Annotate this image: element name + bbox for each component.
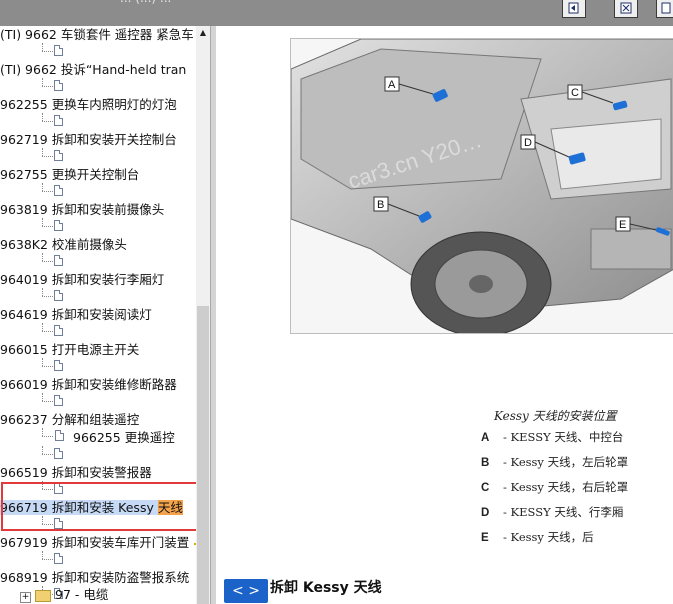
callout-C: C bbox=[571, 87, 579, 99]
legend-row-a: A- KESSY 天线、中控台 bbox=[481, 430, 624, 444]
document-icon[interactable] bbox=[54, 553, 63, 564]
tree-item-label: 966237 分解和组装遥控 bbox=[0, 412, 140, 427]
tree-folder-label: 97 - 电缆 bbox=[55, 587, 109, 602]
back-page-button[interactable] bbox=[562, 0, 586, 18]
section-heading: 拆卸 Kessy 天线 bbox=[270, 580, 382, 596]
legend-row-e: E- Kessy 天线，后 bbox=[481, 530, 594, 544]
legend-row-c: C- Kessy 天线，右后轮罩 bbox=[481, 480, 629, 494]
tree-item[interactable]: 967919 拆卸和安装车库开门装置 bbox=[0, 534, 189, 552]
document-icon[interactable] bbox=[54, 290, 63, 301]
tree-item[interactable]: (TI) 9662 车锁套件 遥控器 紧急车 bbox=[0, 26, 194, 44]
tree-item[interactable]: 966237 分解和组装遥控 bbox=[0, 411, 139, 429]
callout-B: B bbox=[377, 199, 384, 211]
tree-item[interactable]: 964619 拆卸和安装阅读灯 bbox=[0, 306, 152, 324]
tree-item-label: 962255 更换车内照明灯的灯泡 bbox=[0, 97, 177, 112]
document-icon[interactable] bbox=[55, 430, 64, 441]
tree-item[interactable]: 966019 拆卸和安装维修断路器 bbox=[0, 376, 177, 394]
vehicle-antenna-diagram: car3.cn Y20… A B C D E bbox=[290, 38, 673, 334]
tree-item[interactable]: 966519 拆卸和安装警报器 bbox=[0, 464, 152, 482]
tree-folder-97[interactable]: +97 - 电缆 bbox=[20, 586, 108, 604]
tree-item[interactable]: 963819 拆卸和安装前摄像头 bbox=[0, 201, 164, 219]
legend-row-d: D- KESSY 天线、行李厢 bbox=[481, 505, 624, 519]
tree-item[interactable]: 968919 拆卸和安装防盗警报系统 bbox=[0, 569, 189, 587]
tree-item-label: 966255 更换遥控 bbox=[73, 430, 175, 445]
tree-item-label: 9638K2 校准前摄像头 bbox=[0, 237, 127, 252]
document-icon[interactable] bbox=[54, 80, 63, 91]
annotation-highlight-box bbox=[1, 482, 206, 531]
tree-item-label: 964619 拆卸和安装阅读灯 bbox=[0, 307, 152, 322]
callout-E: E bbox=[619, 219, 626, 231]
folder-icon bbox=[35, 589, 51, 602]
tree-item-label: 962719 拆卸和安装开关控制台 bbox=[0, 132, 177, 147]
tree-item[interactable]: 962755 更换开关控制台 bbox=[0, 166, 139, 184]
tree-item-label: 963819 拆卸和安装前摄像头 bbox=[0, 202, 165, 217]
tree-item-label: 962755 更换开关控制台 bbox=[0, 167, 140, 182]
callout-A: A bbox=[388, 79, 396, 91]
tree-item-label: 966015 打开电源主开关 bbox=[0, 342, 140, 357]
tree-item-label: 964019 拆卸和安装行李厢灯 bbox=[0, 272, 165, 287]
prev-next-nav-button[interactable]: < > bbox=[224, 579, 268, 603]
tree-scrollbar[interactable]: ▲ bbox=[196, 26, 210, 604]
window-title: ... (...) ... bbox=[120, 0, 171, 5]
document-icon[interactable] bbox=[54, 360, 63, 371]
document-icon[interactable] bbox=[54, 115, 63, 126]
tree-item-label: 966019 拆卸和安装维修断路器 bbox=[0, 377, 177, 392]
tree-item[interactable]: 962255 更换车内照明灯的灯泡 bbox=[0, 96, 177, 114]
tree-item[interactable]: 964019 拆卸和安装行李厢灯 bbox=[0, 271, 164, 289]
document-icon[interactable] bbox=[54, 395, 63, 406]
page-fit-icon bbox=[620, 2, 632, 14]
fit-page-button[interactable] bbox=[614, 0, 638, 18]
forward-page-button[interactable] bbox=[656, 0, 673, 18]
tree-item[interactable]: 966255 更换遥控 bbox=[73, 429, 175, 447]
tree-item[interactable]: 966015 打开电源主开关 bbox=[0, 341, 139, 359]
page-forward-icon bbox=[661, 2, 671, 14]
expand-plus-icon[interactable]: + bbox=[20, 592, 31, 603]
tree-item-label: 968919 拆卸和安装防盗警报系统 bbox=[0, 570, 190, 585]
page-back-icon bbox=[568, 2, 579, 14]
tree-item[interactable]: (TI) 9662 投诉“Hand-held tran bbox=[0, 61, 186, 79]
tree-item-label: (TI) 9662 投诉“Hand-held tran bbox=[0, 62, 187, 77]
scrollbar-thumb[interactable] bbox=[197, 306, 209, 604]
document-icon[interactable] bbox=[54, 150, 63, 161]
figure-caption: Kessy 天线的安装位置 bbox=[494, 409, 617, 423]
callout-D: D bbox=[524, 137, 532, 149]
tree-item-label: 967919 拆卸和安装车库开门装置 bbox=[0, 535, 190, 550]
document-icon[interactable] bbox=[54, 325, 63, 336]
tree-item-label: 966519 拆卸和安装警报器 bbox=[0, 465, 152, 480]
pane-splitter[interactable] bbox=[210, 26, 216, 604]
tree-item[interactable]: 962719 拆卸和安装开关控制台 bbox=[0, 131, 177, 149]
document-icon[interactable] bbox=[54, 255, 63, 266]
tree-item-label: (TI) 9662 车锁套件 遥控器 紧急车 bbox=[0, 27, 194, 42]
tree-item[interactable]: 9638K2 校准前摄像头 bbox=[0, 236, 127, 254]
legend-row-b: B- Kessy 天线，左后轮罩 bbox=[481, 455, 629, 469]
document-icon[interactable] bbox=[54, 185, 63, 196]
document-icon[interactable] bbox=[54, 45, 63, 56]
document-icon[interactable] bbox=[54, 220, 63, 231]
window-title-bar: ... (...) ... bbox=[0, 0, 673, 26]
scroll-up-arrow-icon[interactable]: ▲ bbox=[196, 26, 210, 40]
document-icon[interactable] bbox=[54, 448, 63, 459]
